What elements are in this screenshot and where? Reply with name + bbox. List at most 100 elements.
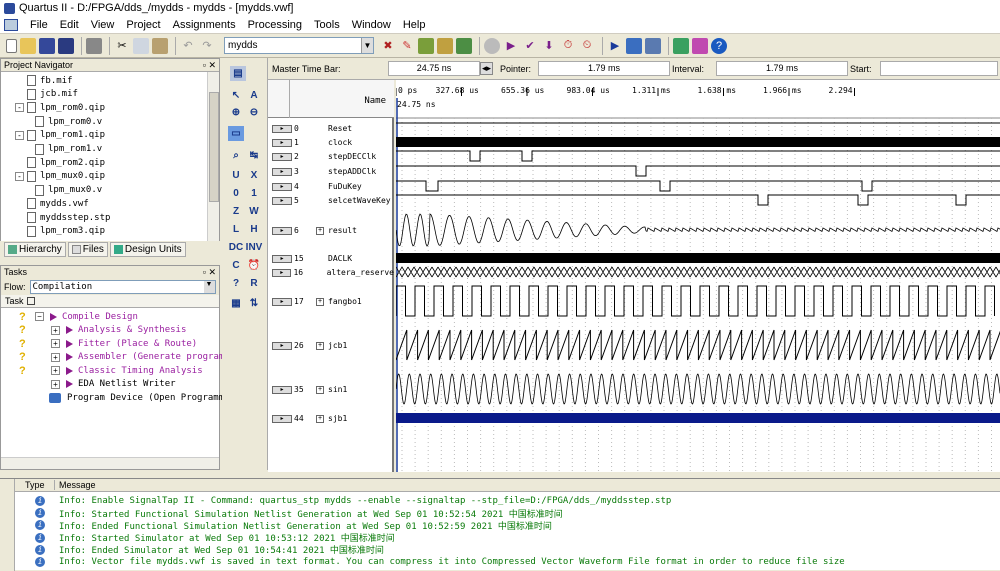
document-icon[interactable] — [4, 18, 18, 31]
timequest-icon[interactable]: ⏲ — [579, 38, 595, 54]
vertical-scrollbar[interactable] — [207, 72, 219, 257]
task-item[interactable]: Program Device (Open Programmer) — [1, 391, 240, 404]
menu-view[interactable]: View — [85, 19, 121, 31]
signal-row[interactable]: ▸ 44 + sjb1 — [268, 412, 394, 425]
menu-project[interactable]: Project — [120, 19, 166, 31]
snap-to-grid-icon[interactable]: ▦ — [228, 296, 244, 311]
expand-icon[interactable]: + — [316, 414, 324, 423]
weak-low-icon[interactable]: L — [228, 222, 244, 237]
find-icon[interactable]: ⌕ — [228, 148, 244, 163]
message-row[interactable]: i Info: Vector file mydds.vwf is saved in… — [15, 556, 845, 568]
expand-icon[interactable]: + — [51, 352, 60, 362]
signal-row[interactable]: ▸ 6 + result — [268, 224, 394, 237]
waveform-editing-tool-icon[interactable]: ⊕ — [228, 105, 244, 120]
expand-icon[interactable]: + — [316, 226, 324, 235]
tree-item[interactable]: lpm_rom1.v — [35, 143, 102, 156]
help-icon[interactable]: ? — [711, 37, 727, 54]
count-value-icon[interactable]: C — [228, 258, 244, 273]
analysis-elaboration-icon[interactable]: ✔ — [522, 38, 538, 54]
tree-item[interactable]: lpm_mux0.v — [35, 184, 102, 197]
chip-icon[interactable] — [673, 37, 689, 54]
tree-item[interactable]: lpm_rom2.qip — [15, 156, 105, 169]
message-row[interactable]: i Info: Started Simulator at Wed Sep 01 1… — [15, 532, 395, 544]
chip-planner-icon[interactable] — [418, 37, 434, 54]
open-folder-icon[interactable] — [20, 37, 36, 54]
signal-row[interactable]: ▸ 15 DACLK — [268, 252, 394, 265]
clock-value-icon[interactable]: ⏰ — [246, 258, 262, 273]
analysis-synthesis-icon[interactable]: ⬇ — [541, 38, 557, 54]
weak-unknown-icon[interactable]: W — [246, 204, 262, 219]
pin-planner-icon[interactable]: ✎ — [399, 38, 415, 54]
assignment-editor-icon[interactable] — [437, 37, 453, 54]
save-icon[interactable] — [39, 37, 55, 54]
run-icon[interactable] — [50, 312, 57, 321]
forcing-low-icon[interactable]: 0 — [228, 186, 244, 201]
tree-item[interactable]: myddsstep.stp — [15, 211, 110, 224]
menu-file[interactable]: File — [24, 19, 54, 31]
programmer-icon[interactable] — [626, 37, 642, 54]
menu-edit[interactable]: Edit — [54, 19, 85, 31]
collapse-icon[interactable]: - — [15, 103, 24, 113]
settings-list-icon[interactable] — [456, 37, 472, 54]
paste-icon[interactable] — [152, 37, 168, 54]
tab-files[interactable]: Files — [67, 242, 108, 257]
signal-row[interactable]: ▸ 3 stepADDClk — [268, 165, 394, 178]
expand-icon[interactable] — [316, 139, 324, 147]
waveform-display[interactable]: 0 ps 327.68 us 655.36 us 983.04 us 1.311 ms 1… — [396, 80, 1000, 472]
signal-row[interactable]: ▸ 1 clock — [268, 136, 394, 149]
tree-item[interactable]: - lpm_mux0.qip — [15, 170, 105, 183]
expand-icon[interactable] — [316, 153, 324, 161]
tree-item[interactable]: mydds.vwf — [15, 197, 89, 210]
task-item[interactable]: ? − Compile Design — [1, 310, 138, 323]
random-value-icon[interactable]: R — [246, 276, 262, 291]
expand-icon[interactable]: − — [35, 312, 44, 321]
signal-row[interactable]: ▸ 4 FuDuKey — [268, 180, 394, 193]
zoom-tool-icon[interactable]: ⊖ — [246, 105, 262, 120]
chevron-down-icon[interactable]: ▼ — [361, 38, 373, 53]
message-row[interactable]: i Info: Started Functional Simulation Net… — [15, 507, 563, 520]
replace-icon[interactable]: ↹ — [246, 148, 262, 163]
expand-icon[interactable] — [316, 183, 324, 191]
signal-row[interactable]: ▸ 2 stepDECClk — [268, 150, 394, 163]
expand-icon[interactable]: + — [51, 366, 60, 375]
tree-item[interactable]: lpm_rom0.v — [35, 115, 102, 128]
waveform-canvas[interactable]: 0 ps 327.68 us 655.36 us 983.04 us 1.311 ms 1… — [396, 80, 1000, 472]
task-item[interactable]: ? + Analysis & Synthesis — [1, 324, 186, 337]
expand-icon[interactable]: + — [316, 341, 324, 350]
forcing-high-icon[interactable]: 1 — [246, 186, 262, 201]
high-impedance-icon[interactable]: Z — [228, 204, 244, 219]
tree-item[interactable]: jcb.mif — [15, 88, 78, 101]
signal-row[interactable]: ▸ 26 + jcb1 — [268, 339, 394, 352]
task-column-header[interactable]: Task — [1, 295, 219, 308]
task-item[interactable]: ? + Assembler (Generate programmi — [1, 351, 235, 364]
close-icon[interactable]: ▫ ✕ — [203, 60, 216, 71]
tree-item[interactable]: - lpm_rom1.qip — [15, 129, 105, 142]
signal-row[interactable]: ▸ 35 + sin1 — [268, 383, 394, 396]
menu-help[interactable]: Help — [397, 19, 432, 31]
collapse-icon[interactable]: - — [15, 171, 24, 181]
flow-select[interactable]: Compilation ▼ — [29, 279, 216, 294]
run-icon[interactable] — [66, 326, 73, 334]
run-icon[interactable] — [66, 380, 73, 388]
horizontal-scrollbar[interactable] — [1, 457, 219, 469]
tree-item[interactable]: fb.mif — [15, 74, 73, 87]
message-column-header[interactable]: Message — [55, 480, 96, 490]
expand-icon[interactable]: + — [316, 297, 324, 306]
megawizard-icon[interactable] — [692, 37, 708, 54]
tab-hierarchy[interactable]: Hierarchy — [4, 242, 66, 257]
print-icon[interactable] — [86, 37, 102, 54]
signal-row[interactable]: ▸ 17 + fangbo1 — [268, 295, 394, 308]
redo-icon[interactable]: ↷ — [199, 38, 215, 54]
checkbox-icon[interactable] — [26, 297, 35, 305]
uninitialized-icon[interactable]: U — [228, 168, 244, 183]
menu-window[interactable]: Window — [346, 19, 397, 31]
forcing-unknown-icon[interactable]: X — [246, 168, 262, 183]
copy-icon[interactable] — [133, 37, 149, 54]
expand-icon[interactable] — [315, 269, 323, 277]
signal-row[interactable]: ▸ 5 selcetWaveKey — [268, 194, 394, 207]
chevron-down-icon[interactable]: ▼ — [203, 280, 215, 293]
text-tool-icon[interactable]: A — [246, 88, 262, 103]
selection-tool-icon[interactable]: ↖ — [228, 88, 244, 103]
run-icon[interactable] — [66, 353, 73, 361]
expand-icon[interactable] — [316, 255, 324, 263]
